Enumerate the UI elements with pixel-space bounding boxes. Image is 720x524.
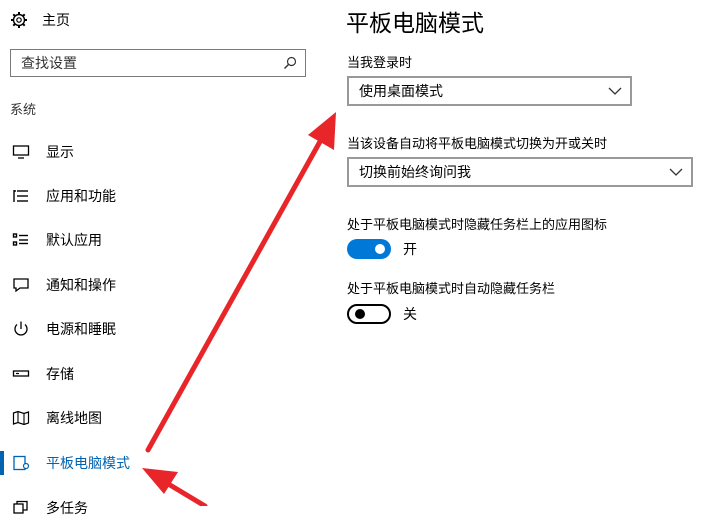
sidebar-item-notifications[interactable]: 通知和操作 xyxy=(0,269,320,301)
search-icon xyxy=(284,56,297,69)
chevron-down-icon xyxy=(608,87,622,95)
login-mode-select[interactable]: 使用桌面模式 xyxy=(347,76,632,106)
monitor-icon xyxy=(12,145,30,159)
auto-hide-toggle-row: 关 xyxy=(347,304,417,324)
auto-switch-value: 切换前始终询问我 xyxy=(359,165,471,181)
auto-hide-label: 处于平板电脑模式时自动隐藏任务栏 xyxy=(347,282,556,297)
sidebar-item-label: 显示 xyxy=(46,145,74,161)
storage-icon xyxy=(12,370,30,377)
auto-switch-select[interactable]: 切换前始终询问我 xyxy=(347,157,693,187)
login-mode-value: 使用桌面模式 xyxy=(359,84,443,100)
chat-icon xyxy=(13,278,29,293)
sidebar-item-display[interactable]: 显示 xyxy=(0,136,320,168)
hide-icons-label: 处于平板电脑模式时隐藏任务栏上的应用图标 xyxy=(347,218,608,233)
toggle-knob xyxy=(375,244,385,254)
home-label: 主页 xyxy=(42,13,70,29)
chevron-down-icon xyxy=(669,168,683,176)
auto-hide-state: 关 xyxy=(403,307,417,323)
sidebar-item-label: 离线地图 xyxy=(46,411,102,427)
sidebar-item-tablet-mode[interactable]: 平板电脑模式 xyxy=(0,447,320,479)
page-title: 平板电脑模式 xyxy=(346,11,484,37)
hide-icons-toggle[interactable] xyxy=(347,239,391,259)
login-label: 当我登录时 xyxy=(347,56,413,71)
sidebar-item-label: 默认应用 xyxy=(46,233,102,249)
search-placeholder: 查找设置 xyxy=(21,56,77,72)
sidebar-item-label: 电源和睡眠 xyxy=(46,322,116,338)
sidebar-item-default-apps[interactable]: 默认应用 xyxy=(0,224,320,256)
tablet-icon xyxy=(13,455,30,471)
sidebar: 主页 查找设置 系统 显示 应用和功能 默认应用 通知和操作 电源和睡眠 存储 … xyxy=(0,0,330,517)
sidebar-item-power[interactable]: 电源和睡眠 xyxy=(0,313,320,345)
sidebar-item-label: 平板电脑模式 xyxy=(46,456,130,472)
sidebar-item-label: 存储 xyxy=(46,367,74,383)
sidebar-item-multitasking[interactable]: 多任务 xyxy=(0,492,320,524)
sidebar-item-offline-maps[interactable]: 离线地图 xyxy=(0,402,320,434)
hide-icons-toggle-row: 开 xyxy=(347,239,417,259)
active-indicator xyxy=(0,451,4,475)
sidebar-item-storage[interactable]: 存储 xyxy=(0,358,320,390)
sidebar-item-label: 多任务 xyxy=(46,501,88,517)
section-label-system: 系统 xyxy=(10,103,37,118)
map-icon xyxy=(12,410,30,426)
default-apps-icon xyxy=(12,233,28,246)
search-input[interactable]: 查找设置 xyxy=(10,49,306,77)
hide-icons-state: 开 xyxy=(403,242,417,258)
toggle-knob xyxy=(355,309,365,319)
multitask-icon xyxy=(13,500,28,514)
home-link[interactable]: 主页 xyxy=(10,8,70,32)
power-icon xyxy=(14,321,28,336)
gear-icon xyxy=(11,12,27,28)
sidebar-item-label: 通知和操作 xyxy=(46,278,116,294)
sidebar-item-label: 应用和功能 xyxy=(46,189,116,205)
auto-switch-label: 当该设备自动将平板电脑模式切换为开或关时 xyxy=(347,137,608,152)
sidebar-item-apps[interactable]: 应用和功能 xyxy=(0,180,320,212)
list-icon xyxy=(13,190,28,202)
auto-hide-toggle[interactable] xyxy=(347,304,391,324)
